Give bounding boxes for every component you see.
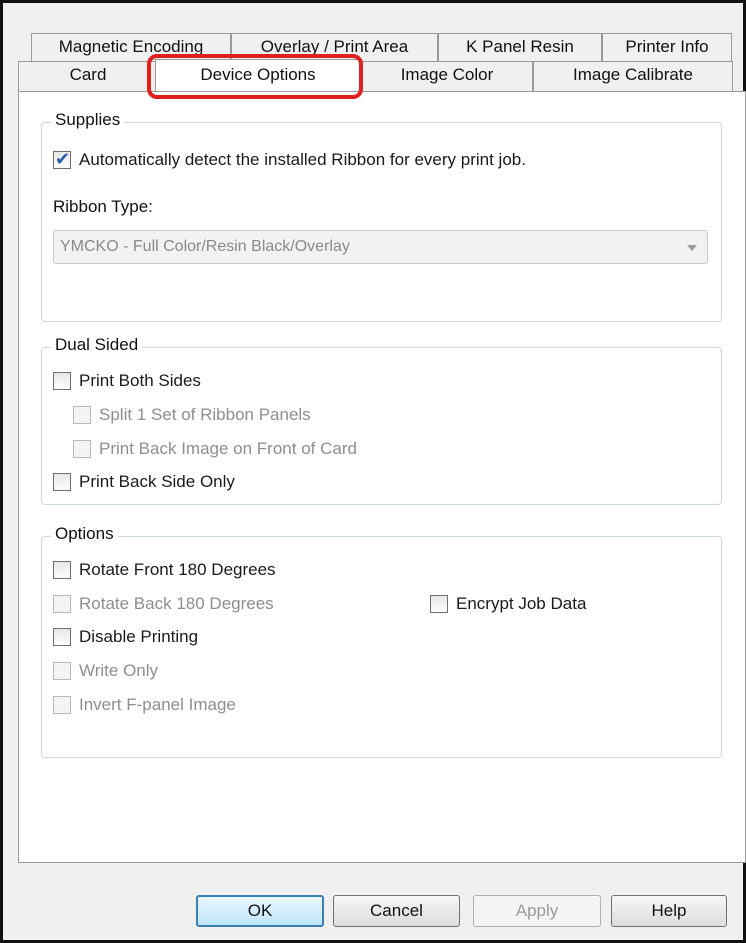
rotate-back-label: Rotate Back 180 Degrees [79,594,274,613]
tab-printer-info[interactable]: Printer Info [602,33,732,63]
encrypt-job-data-label: Encrypt Job Data [456,594,587,613]
ribbon-type-dropdown[interactable]: YMCKO - Full Color/Resin Black/Overlay [53,230,708,264]
printer-properties-dialog: Magnetic Encoding Overlay / Print Area K… [0,0,746,943]
checkbox-box[interactable] [53,595,71,613]
device-options-panel: Supplies ✔ Automatically detect the inst… [18,91,746,863]
invert-f-panel-checkbox[interactable]: Invert F-panel Image [53,695,236,715]
rotate-front-checkbox[interactable]: Rotate Front 180 Degrees [53,560,276,580]
tab-card[interactable]: Card [18,61,158,91]
ribbon-type-label: Ribbon Type: [53,197,153,216]
tab-k-panel-resin[interactable]: K Panel Resin [438,33,602,63]
write-only-checkbox[interactable]: Write Only [53,661,158,681]
print-both-sides-label: Print Both Sides [79,371,201,390]
invert-f-panel-label: Invert F-panel Image [79,695,236,714]
print-both-sides-checkbox[interactable]: Print Both Sides [53,371,201,391]
checkbox-box[interactable] [53,662,71,680]
split-ribbon-panels-checkbox[interactable]: Split 1 Set of Ribbon Panels [73,405,311,425]
tab-device-options[interactable]: Device Options [155,59,361,91]
checkbox-box[interactable] [53,628,71,646]
checkbox-box[interactable] [73,440,91,458]
auto-detect-ribbon-checkbox[interactable]: ✔ Automatically detect the installed Rib… [53,149,526,170]
help-button[interactable]: Help [611,895,727,927]
checkbox-box[interactable]: ✔ [53,149,71,169]
supplies-group-title: Supplies [51,110,125,130]
checkbox-box[interactable] [430,595,448,613]
options-group-title: Options [51,524,118,544]
split-ribbon-panels-label: Split 1 Set of Ribbon Panels [99,405,311,424]
disable-printing-label: Disable Printing [79,627,199,646]
ribbon-type-value: YMCKO - Full Color/Resin Black/Overlay [60,238,350,255]
disable-printing-checkbox[interactable]: Disable Printing [53,627,198,647]
tab-image-color[interactable]: Image Color [361,61,533,91]
checkbox-box[interactable] [73,406,91,424]
checkbox-box[interactable] [53,696,71,714]
write-only-label: Write Only [79,661,159,680]
checkbox-box[interactable] [53,561,71,579]
checkmark-icon: ✔ [55,149,71,169]
rotate-front-label: Rotate Front 180 Degrees [79,560,276,579]
cancel-button[interactable]: Cancel [333,895,460,927]
ok-button[interactable]: OK [196,895,324,927]
apply-button[interactable]: Apply [473,895,601,927]
print-back-side-only-label: Print Back Side Only [79,472,235,491]
print-back-side-only-checkbox[interactable]: Print Back Side Only [53,472,235,492]
print-back-on-front-checkbox[interactable]: Print Back Image on Front of Card [73,439,357,459]
checkbox-box[interactable] [53,372,71,390]
tab-image-calibrate[interactable]: Image Calibrate [533,61,733,91]
checkbox-box[interactable] [53,473,71,491]
rotate-back-checkbox[interactable]: Rotate Back 180 Degrees [53,594,274,614]
print-back-on-front-label: Print Back Image on Front of Card [99,439,357,458]
chevron-down-icon [687,245,697,251]
encrypt-job-data-checkbox[interactable]: Encrypt Job Data [430,594,586,614]
auto-detect-ribbon-label: Automatically detect the installed Ribbo… [79,150,526,169]
dual-sided-group-title: Dual Sided [51,335,143,355]
